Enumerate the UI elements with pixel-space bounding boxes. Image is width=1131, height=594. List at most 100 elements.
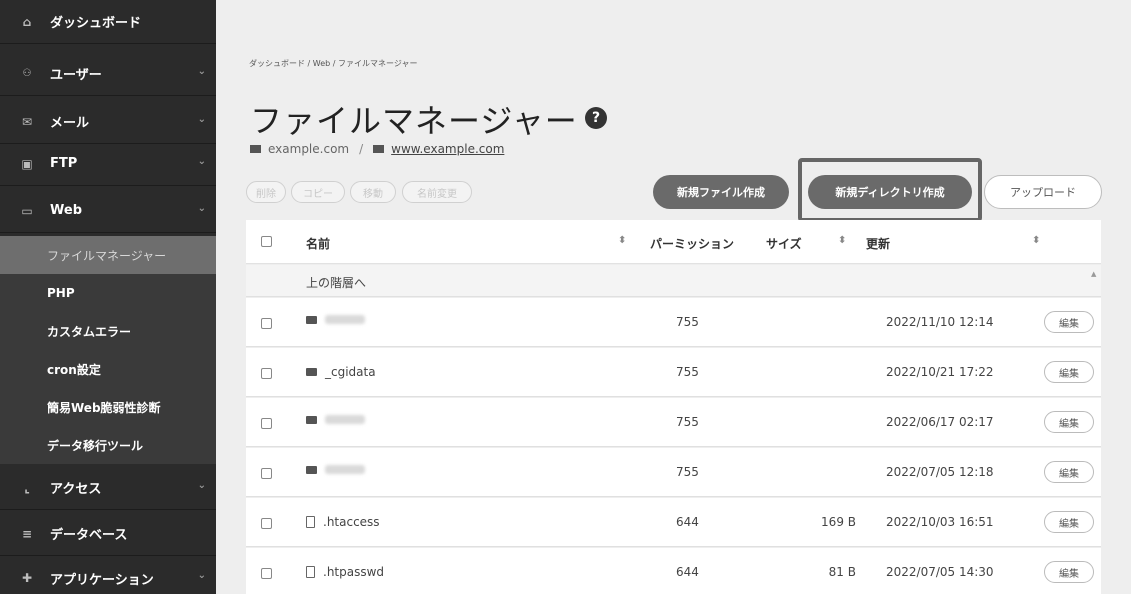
redacted-name [325, 465, 365, 474]
chevron-down-icon: ⌄ [197, 66, 206, 77]
sidebar-item-label: アクセス [50, 482, 102, 497]
edit-button[interactable]: 編集 [1044, 461, 1094, 483]
sidebar-item-label: メール [50, 116, 90, 131]
submenu-item-label: cron設定 [47, 362, 101, 377]
sidebar-item-database[interactable]: ≡ データベース [0, 512, 216, 556]
upload-button[interactable]: アップロード [984, 175, 1102, 209]
scroll-up-icon[interactable]: ▲ [1091, 270, 1096, 278]
sidebar-item-label: データベース [50, 528, 128, 543]
file-name[interactable] [306, 465, 365, 474]
parent-directory-row[interactable]: 上の階層へ [246, 265, 1101, 297]
table-row[interactable]: 755 2022/07/05 12:18 編集 [246, 448, 1101, 497]
table-row[interactable]: 755 2022/06/17 02:17 編集 [246, 398, 1101, 447]
move-button[interactable]: 移動 [350, 181, 396, 203]
file-icon [306, 516, 315, 528]
row-checkbox[interactable] [261, 568, 272, 579]
header-updated[interactable]: 更新 [866, 235, 890, 252]
permission-value: 755 [676, 465, 699, 479]
mail-icon: ✉ [21, 114, 33, 129]
table-row[interactable]: 755 2022/11/10 12:14 編集 [246, 298, 1101, 347]
table-row[interactable]: .htaccess 644 169 B 2022/10/03 16:51 編集 [246, 498, 1101, 547]
sort-icon[interactable]: ⬍ [1032, 235, 1040, 246]
submenu-item-file-manager[interactable]: ファイルマネージャー [0, 236, 216, 274]
sidebar-item-access[interactable]: ⌞ アクセス ⌄ [0, 466, 216, 510]
chevron-down-icon: ⌄ [197, 156, 206, 167]
submenu-item-label: PHP [47, 286, 75, 300]
path-current[interactable]: www.example.com [391, 142, 504, 156]
sidebar-item-mail[interactable]: ✉ メール ⌄ [0, 100, 216, 144]
row-checkbox[interactable] [261, 418, 272, 429]
sidebar-item-label: ダッシュボード [50, 16, 142, 31]
edit-button[interactable]: 編集 [1044, 361, 1094, 383]
submenu-item-cron[interactable]: cron設定 [0, 350, 216, 388]
redacted-name [325, 315, 365, 324]
file-icon [306, 566, 315, 578]
edit-button[interactable]: 編集 [1044, 511, 1094, 533]
row-checkbox[interactable] [261, 468, 272, 479]
submenu-item-label: 簡易Web脆弱性診断 [47, 400, 161, 415]
edit-button[interactable]: 編集 [1044, 311, 1094, 333]
updated-value: 2022/10/03 16:51 [886, 515, 994, 529]
page-title: ファイルマネージャー [250, 102, 578, 140]
file-name[interactable] [306, 415, 365, 424]
table-header: 名前 ⬍ パーミッション サイズ ⬍ 更新 ⬍ [246, 220, 1101, 264]
row-checkbox[interactable] [261, 518, 272, 529]
file-name-text: .htpasswd [323, 565, 385, 579]
app-icon: ✚ [21, 571, 33, 585]
row-checkbox[interactable] [261, 318, 272, 329]
sidebar: ⌂ ダッシュボード ⚇ ユーザー ⌄ ✉ メール ⌄ ▣ FTP ⌄ ▭ Web… [0, 0, 216, 594]
sidebar-item-users[interactable]: ⚇ ユーザー ⌄ [0, 52, 216, 96]
edit-button[interactable]: 編集 [1044, 411, 1094, 433]
submenu-item-label: ファイルマネージャー [47, 248, 167, 263]
folder-icon [306, 465, 317, 474]
copy-button[interactable]: コピー [291, 181, 345, 203]
path-root[interactable]: example.com [268, 142, 349, 156]
permission-value: 755 [676, 415, 699, 429]
chevron-down-icon: ⌄ [197, 203, 206, 214]
file-name[interactable]: .htaccess [306, 515, 380, 529]
file-name[interactable] [306, 315, 365, 324]
updated-value: 2022/06/17 02:17 [886, 415, 994, 429]
updated-value: 2022/10/21 17:22 [886, 365, 994, 379]
web-submenu: ファイルマネージャー PHP カスタムエラー cron設定 簡易Web脆弱性診断… [0, 236, 216, 464]
file-name-text: _cgidata [325, 365, 376, 379]
select-all-checkbox[interactable] [261, 236, 272, 247]
header-name[interactable]: 名前 [306, 235, 330, 252]
delete-button[interactable]: 削除 [246, 181, 286, 203]
submenu-item-label: データ移行ツール [47, 438, 144, 453]
row-checkbox[interactable] [261, 368, 272, 379]
help-icon[interactable]: ? [585, 107, 607, 129]
file-name[interactable]: _cgidata [306, 365, 376, 379]
parent-directory-label[interactable]: 上の階層へ [306, 274, 366, 291]
file-name[interactable]: .htpasswd [306, 565, 384, 579]
chart-icon: ⌞ [24, 480, 30, 495]
path-separator: / [359, 142, 364, 156]
updated-value: 2022/07/05 12:18 [886, 465, 994, 479]
new-file-button[interactable]: 新規ファイル作成 [653, 175, 789, 209]
size-value: 169 B [821, 515, 856, 529]
sidebar-item-web[interactable]: ▭ Web ⌄ [0, 189, 216, 233]
folder-icon [306, 368, 317, 376]
submenu-item-custom-error[interactable]: カスタムエラー [0, 312, 216, 350]
submenu-item-vuln-scan[interactable]: 簡易Web脆弱性診断 [0, 388, 216, 426]
chevron-down-icon: ⌄ [197, 480, 206, 491]
sort-icon[interactable]: ⬍ [618, 235, 626, 246]
permission-value: 644 [676, 515, 699, 529]
sidebar-item-ftp[interactable]: ▣ FTP ⌄ [0, 142, 216, 186]
updated-value: 2022/11/10 12:14 [886, 315, 994, 329]
edit-button[interactable]: 編集 [1044, 561, 1094, 583]
sidebar-item-dashboard[interactable]: ⌂ ダッシュボード [0, 0, 216, 44]
sort-icon[interactable]: ⬍ [838, 235, 846, 246]
rename-button[interactable]: 名前変更 [402, 181, 472, 203]
main-content: ダッシュボード / Web / ファイルマネージャー ファイルマネージャー ? … [216, 0, 1131, 594]
permission-value: 644 [676, 565, 699, 579]
sidebar-item-applications[interactable]: ✚ アプリケーション ⌄ [0, 556, 216, 594]
table-row[interactable]: _cgidata 755 2022/10/21 17:22 編集 [246, 348, 1101, 397]
table-row[interactable]: .htpasswd 644 81 B 2022/07/05 14:30 編集 [246, 548, 1101, 594]
header-permission[interactable]: パーミッション [650, 235, 734, 252]
submenu-item-migration-tool[interactable]: データ移行ツール [0, 426, 216, 464]
header-size[interactable]: サイズ [766, 235, 802, 252]
size-value: 81 B [828, 565, 856, 579]
database-icon: ≡ [21, 526, 33, 541]
submenu-item-php[interactable]: PHP [0, 274, 216, 312]
